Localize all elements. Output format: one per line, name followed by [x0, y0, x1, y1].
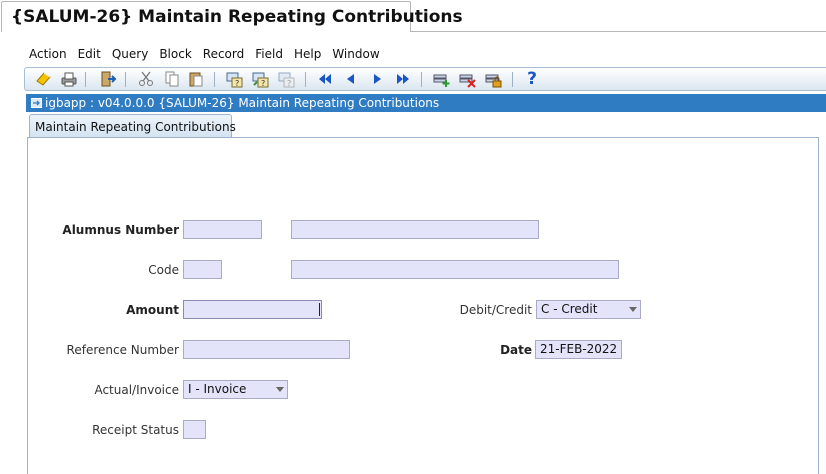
cancel-query-icon[interactable]: ?: [277, 70, 295, 88]
debit-credit-label: Debit/Credit: [459, 303, 532, 317]
menu-action[interactable]: Action: [29, 47, 67, 63]
reference-number-field[interactable]: [183, 340, 350, 359]
execute-query-icon[interactable]: ?: [251, 70, 269, 88]
chevron-down-icon[interactable]: [273, 381, 287, 398]
reference-number-label: Reference Number: [66, 343, 179, 357]
toolbar-separator: [85, 72, 86, 87]
form-titlebar: igbapp : v04.0.0.0 {SALUM-26} Maintain R…: [26, 94, 826, 112]
alumnus-number-label: Alumnus Number: [62, 223, 179, 237]
paste-icon[interactable]: [187, 70, 205, 88]
actual-invoice-select[interactable]: I - Invoice: [183, 380, 288, 399]
copy-icon[interactable]: [163, 70, 181, 88]
next-block-icon[interactable]: [394, 70, 412, 88]
toolbar-separator: [421, 72, 422, 87]
alumnus-number-field[interactable]: [183, 220, 262, 239]
menu-block[interactable]: Block: [159, 47, 191, 63]
svg-text:?: ?: [261, 79, 265, 88]
svg-text:?: ?: [287, 79, 291, 88]
window-title: {SALUM-26} Maintain Repeating Contributi…: [11, 7, 463, 27]
alumnus-name-field[interactable]: [291, 220, 539, 239]
tab-maintain-repeating-contributions[interactable]: Maintain Repeating Contributions: [29, 114, 236, 138]
toolbar-separator: [512, 72, 513, 87]
receipt-status-field[interactable]: [183, 420, 206, 439]
debit-credit-select[interactable]: C - Credit: [536, 300, 641, 319]
help-icon[interactable]: ?: [523, 69, 541, 89]
amount-label: Amount: [126, 303, 179, 317]
print-icon[interactable]: [60, 70, 78, 88]
menu-bar: Action Edit Query Block Record Field Hel…: [29, 47, 391, 63]
lock-record-icon[interactable]: [484, 70, 502, 88]
previous-block-icon[interactable]: [316, 70, 334, 88]
next-record-icon[interactable]: [368, 70, 386, 88]
amount-field[interactable]: [183, 300, 322, 319]
actual-invoice-value: I - Invoice: [188, 382, 247, 396]
tab-label: Maintain Repeating Contributions: [35, 120, 236, 134]
previous-record-icon[interactable]: [342, 70, 360, 88]
date-field[interactable]: 21-FEB-2022: [535, 340, 622, 359]
actual-invoice-label: Actual/Invoice: [94, 383, 179, 397]
code-description-field[interactable]: [291, 260, 619, 279]
toolbar-separator: [305, 72, 306, 87]
menu-query[interactable]: Query: [112, 47, 148, 63]
text-cursor: [319, 303, 320, 316]
menu-field[interactable]: Field: [255, 47, 283, 63]
menu-help[interactable]: Help: [294, 47, 321, 63]
form-app-icon: [31, 98, 42, 108]
help-glyph: ?: [527, 69, 537, 89]
toolbar-separator: [214, 72, 215, 87]
insert-record-icon[interactable]: [432, 70, 450, 88]
receipt-status-label: Receipt Status: [92, 423, 179, 437]
window-title-tab: {SALUM-26} Maintain Repeating Contributi…: [1, 1, 463, 32]
menu-edit[interactable]: Edit: [78, 47, 101, 63]
debit-credit-value: C - Credit: [541, 302, 598, 316]
remove-record-icon[interactable]: [458, 70, 476, 88]
code-field[interactable]: [183, 260, 222, 279]
chevron-down-icon[interactable]: [626, 301, 640, 318]
exit-icon[interactable]: [99, 70, 117, 88]
form-title: igbapp : v04.0.0.0 {SALUM-26} Maintain R…: [45, 96, 440, 110]
menu-window[interactable]: Window: [332, 47, 379, 63]
svg-text:?: ?: [235, 79, 239, 88]
enter-query-icon[interactable]: ?: [225, 70, 243, 88]
title-divider: [411, 31, 826, 32]
date-label: Date: [500, 343, 532, 357]
code-label: Code: [148, 263, 179, 277]
save-icon[interactable]: [35, 70, 53, 88]
toolbar-separator: [125, 72, 126, 87]
cut-icon[interactable]: [137, 70, 155, 88]
toolbar: ? ? ? ?: [24, 67, 826, 91]
menu-record[interactable]: Record: [203, 47, 244, 63]
